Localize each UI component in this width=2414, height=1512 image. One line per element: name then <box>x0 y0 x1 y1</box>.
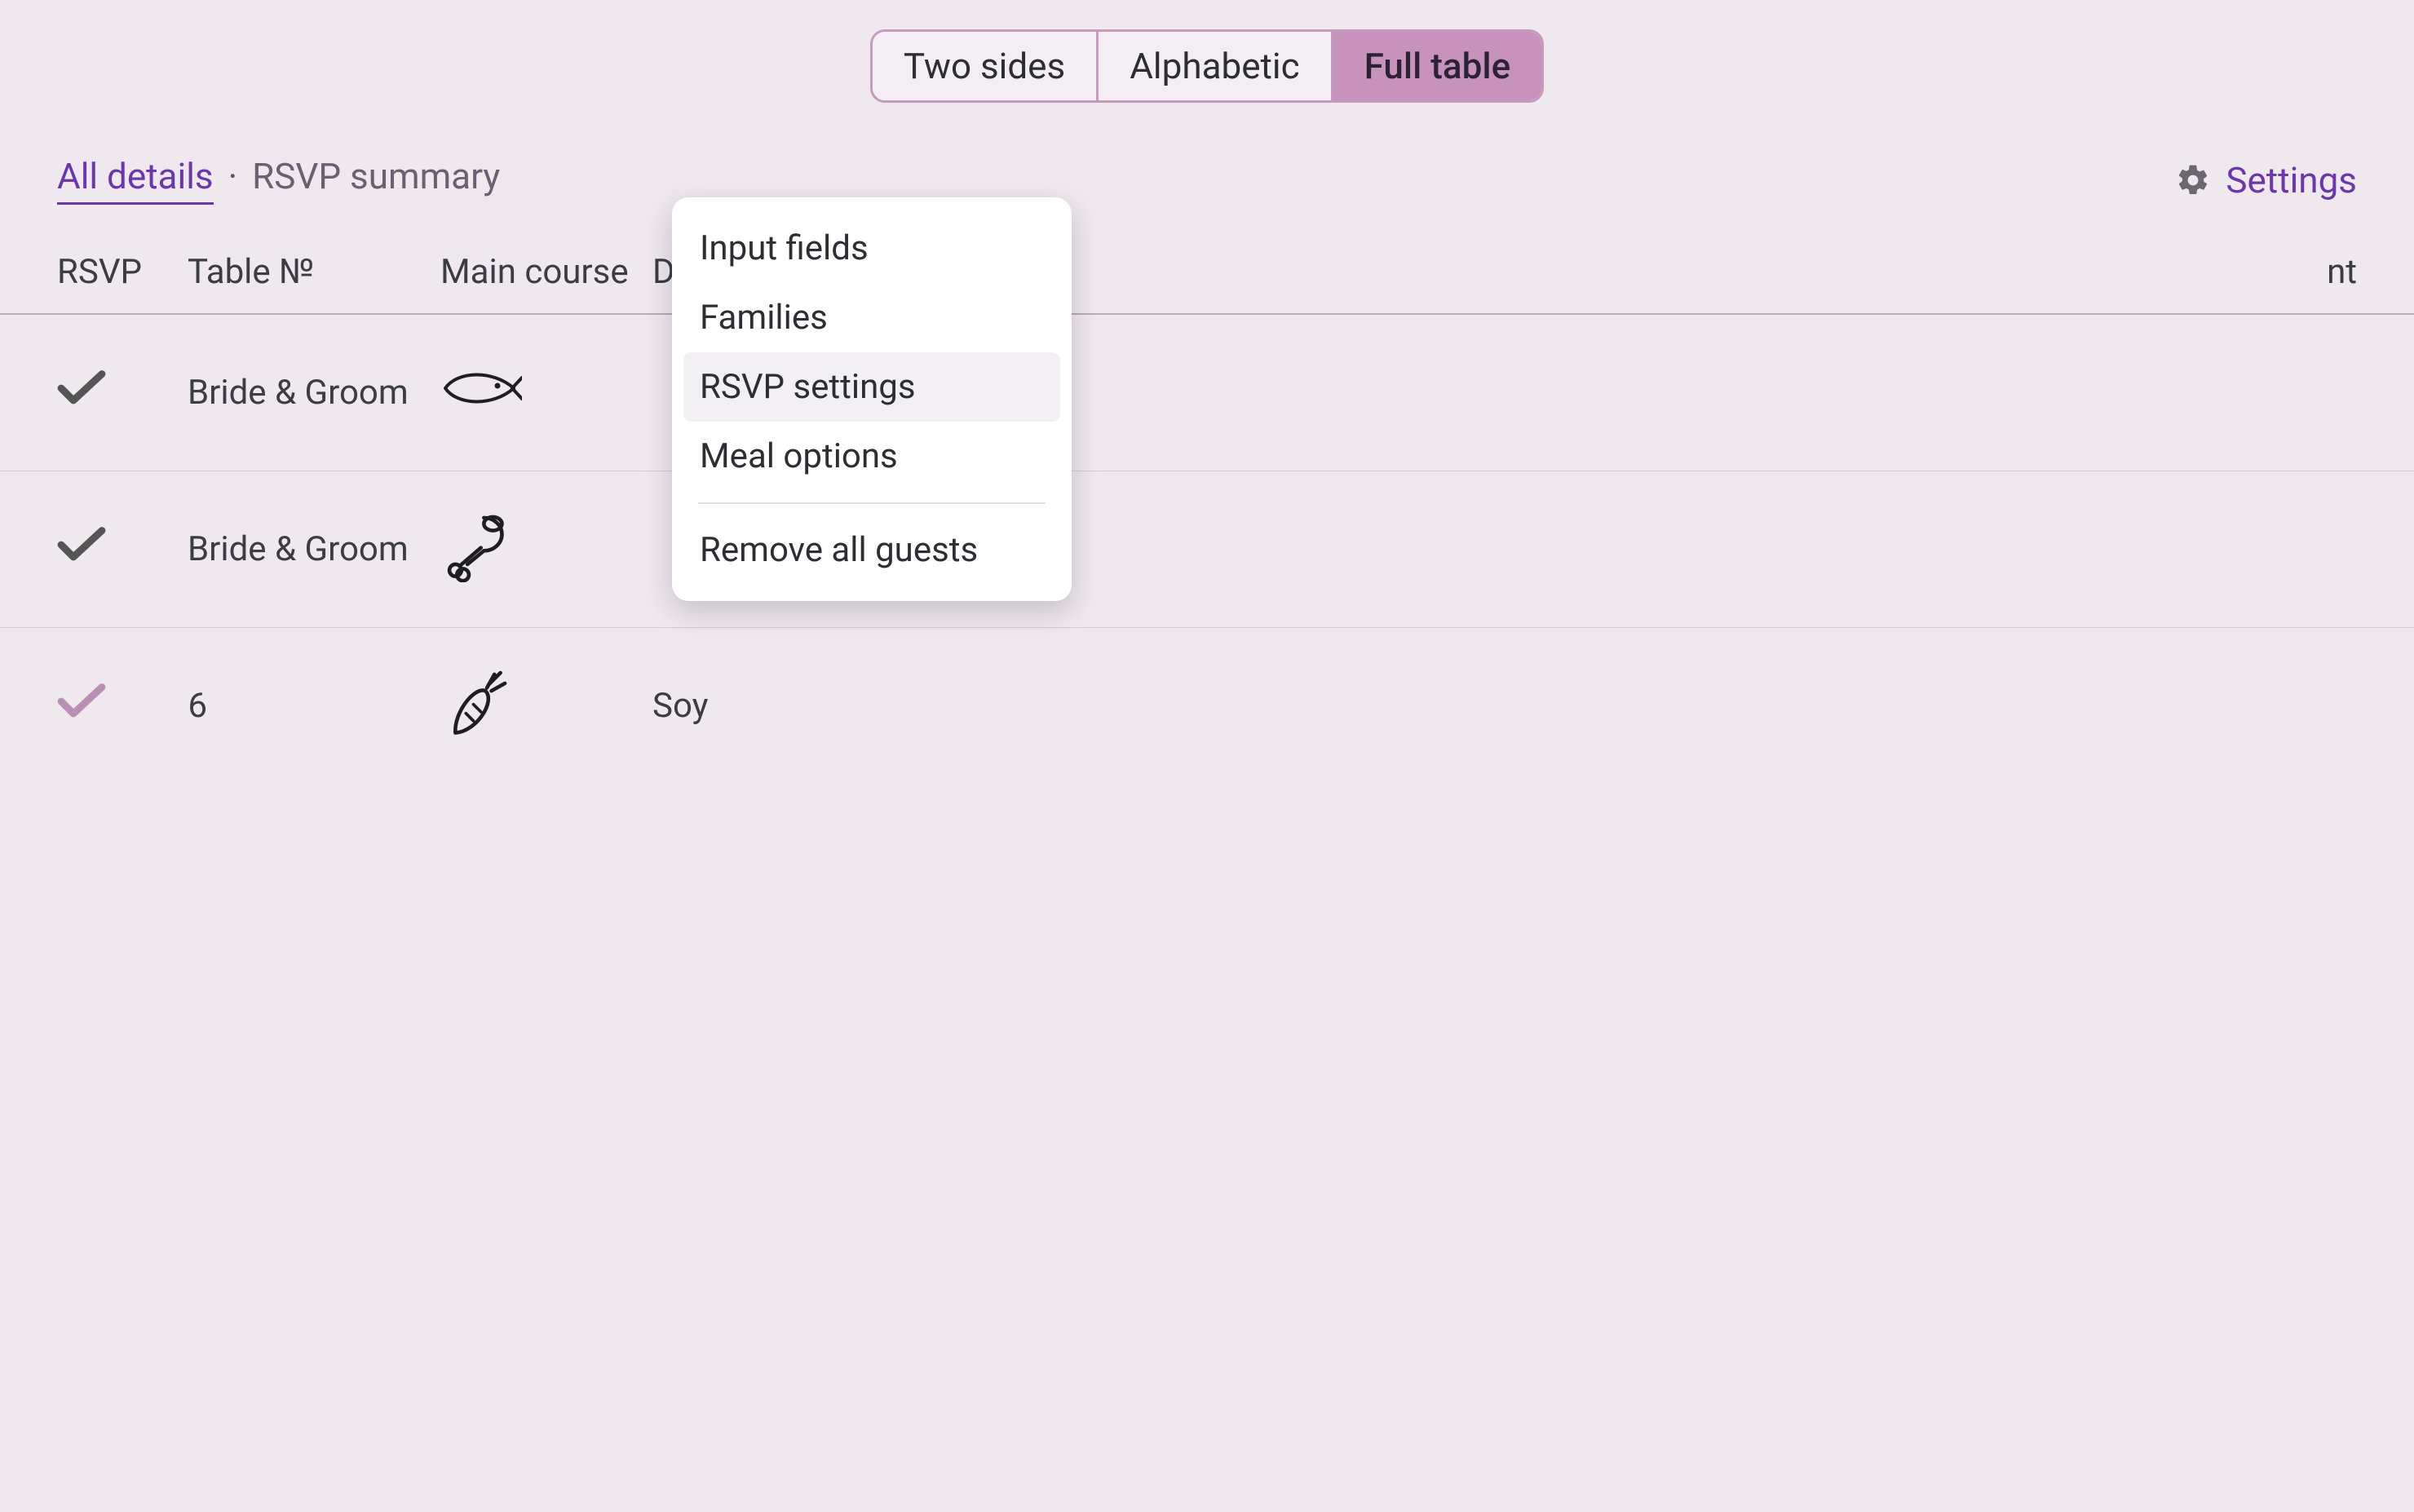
table-row[interactable]: Bride & Groom <box>0 315 2414 471</box>
menu-item-families[interactable]: Families <box>683 283 1060 352</box>
carrot-icon <box>440 664 515 739</box>
gear-icon <box>2175 162 2211 198</box>
cell-main-course <box>440 351 652 435</box>
subnav-tabs: All details · RSVP summary <box>57 155 500 205</box>
subnav-separator: · <box>228 155 238 197</box>
fish-icon <box>440 351 522 426</box>
table-header: RSVP Table № Main course D nt <box>0 229 2414 315</box>
meat-icon <box>440 507 515 582</box>
check-icon <box>57 682 106 721</box>
check-icon <box>57 369 106 408</box>
segment-two-sides[interactable]: Two sides <box>873 32 1099 100</box>
table-row[interactable]: 6 Soy <box>0 628 2414 784</box>
segment-alphabetic[interactable]: Alphabetic <box>1099 32 1333 100</box>
column-header-main-course: Main course <box>440 252 652 292</box>
settings-button[interactable]: Settings <box>2175 159 2357 201</box>
table-row[interactable]: Bride & Groom <box>0 471 2414 628</box>
cell-rsvp <box>57 682 188 730</box>
cell-main-course <box>440 664 652 748</box>
segment-full-table[interactable]: Full table <box>1333 32 1541 100</box>
segmented-control: Two sides Alphabetic Full table <box>870 29 1544 103</box>
cell-table-no: 6 <box>188 686 440 726</box>
settings-menu: Input fields Families RSVP settings Meal… <box>672 197 1072 601</box>
settings-label: Settings <box>2226 159 2357 201</box>
tab-all-details[interactable]: All details <box>57 155 214 205</box>
view-segmented-control: Two sides Alphabetic Full table <box>0 0 2414 103</box>
cell-dietary: Soy <box>652 686 1068 726</box>
cell-table-no: Bride & Groom <box>188 529 440 569</box>
tab-rsvp-summary[interactable]: RSVP summary <box>252 155 500 197</box>
guest-table: RSVP Table № Main course D nt Bride & Gr… <box>0 229 2414 784</box>
cell-table-no: Bride & Groom <box>188 373 440 413</box>
menu-item-rsvp-settings[interactable]: RSVP settings <box>683 352 1060 422</box>
subnav-bar: All details · RSVP summary Settings <box>0 103 2414 229</box>
column-header-trailing-partial: nt <box>1068 252 2357 292</box>
cell-rsvp <box>57 369 188 417</box>
cell-main-course <box>440 507 652 591</box>
menu-separator <box>698 502 1046 504</box>
menu-item-meal-options[interactable]: Meal options <box>683 422 1060 491</box>
column-header-rsvp: RSVP <box>57 252 188 292</box>
cell-rsvp <box>57 525 188 573</box>
menu-item-remove-all-guests[interactable]: Remove all guests <box>683 515 1060 585</box>
column-header-table-no: Table № <box>188 252 440 292</box>
menu-item-input-fields[interactable]: Input fields <box>683 214 1060 283</box>
check-icon <box>57 525 106 564</box>
